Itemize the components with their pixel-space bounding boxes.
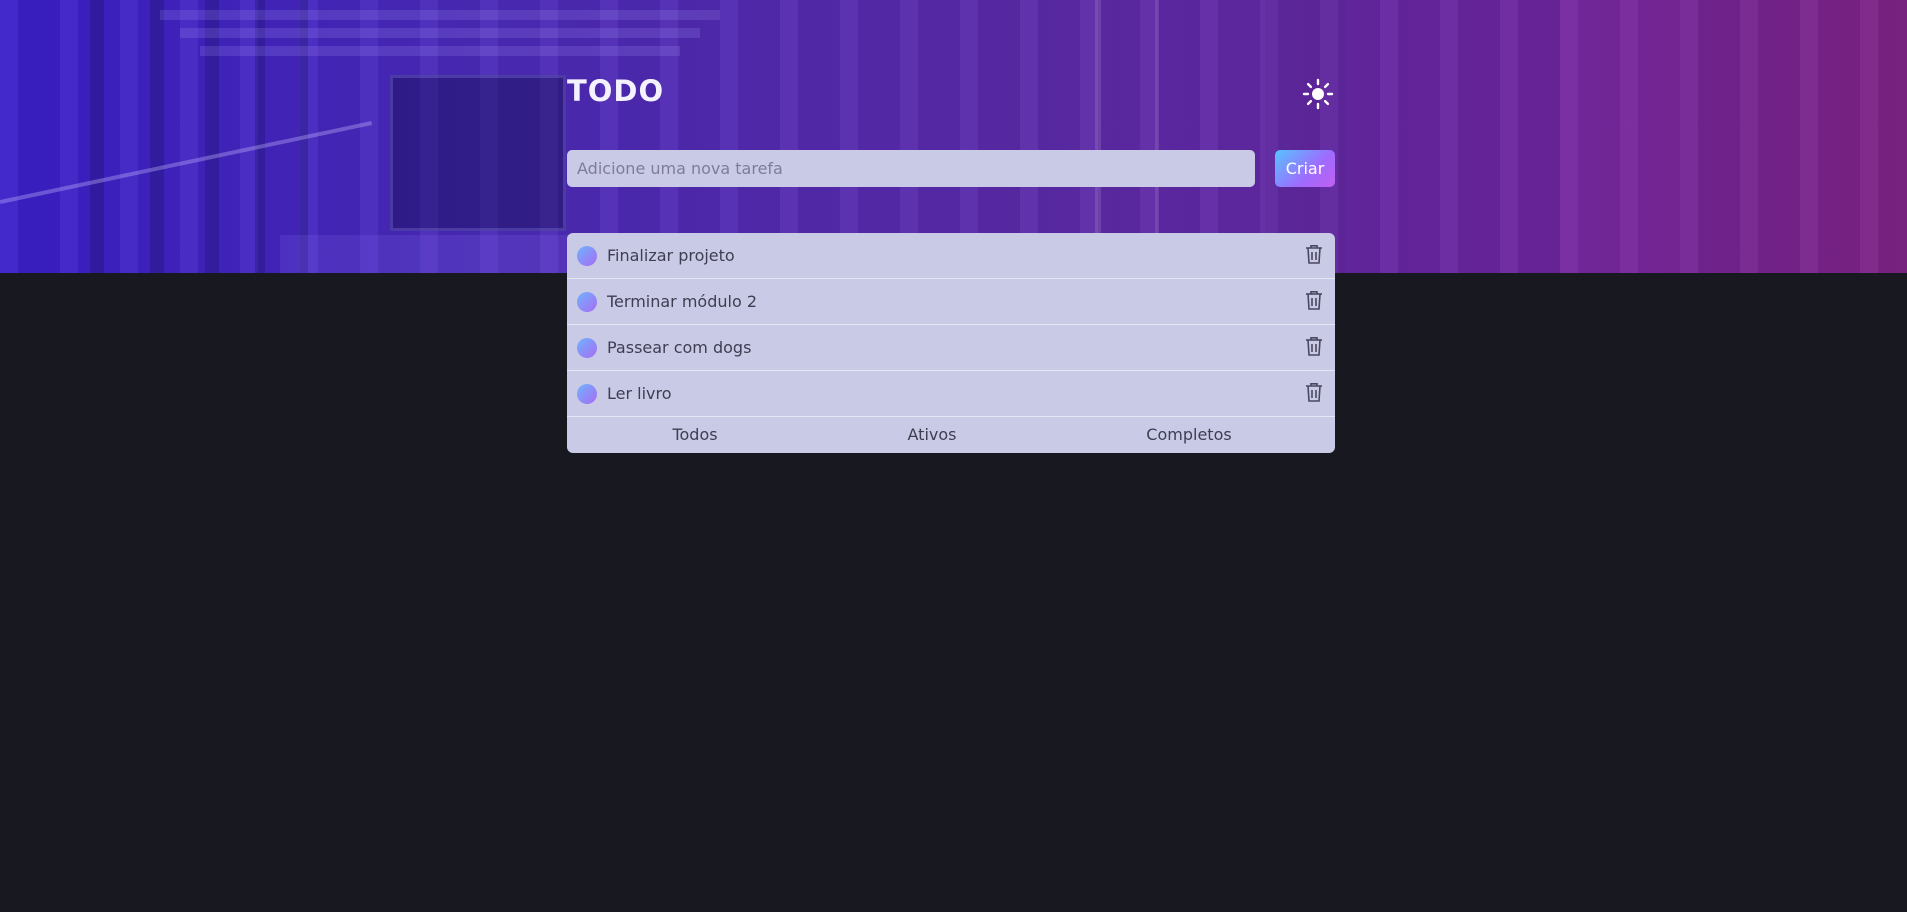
task-label: Passear com dogs — [607, 338, 752, 357]
task-label: Finalizar projeto — [607, 246, 735, 265]
task-checkbox[interactable] — [577, 292, 597, 312]
filter-active[interactable]: Ativos — [908, 417, 957, 453]
trash-icon[interactable] — [1305, 290, 1323, 310]
app-title: TODO — [567, 74, 665, 108]
task-label: Terminar módulo 2 — [607, 292, 758, 311]
filter-completed[interactable]: Completos — [1146, 417, 1231, 453]
task-item: Terminar módulo 2 — [567, 279, 1335, 325]
task-item: Passear com dogs — [567, 325, 1335, 371]
task-label: Ler livro — [607, 384, 672, 403]
filter-bar: Todos Ativos Completos — [567, 417, 1335, 453]
trash-icon[interactable] — [1305, 382, 1323, 402]
theme-toggle-button[interactable] — [1302, 78, 1334, 110]
sun-icon — [1302, 78, 1334, 110]
task-item: Finalizar projeto — [567, 233, 1335, 279]
create-task-button[interactable]: Criar — [1275, 150, 1335, 187]
task-item: Ler livro — [567, 371, 1335, 417]
task-checkbox[interactable] — [577, 384, 597, 404]
trash-icon[interactable] — [1305, 336, 1323, 356]
trash-icon[interactable] — [1305, 244, 1323, 264]
new-task-input[interactable] — [567, 150, 1255, 187]
task-checkbox[interactable] — [577, 338, 597, 358]
task-list: Finalizar projeto Terminar módulo 2 Pass… — [567, 233, 1335, 453]
filter-all[interactable]: Todos — [672, 417, 717, 453]
task-checkbox[interactable] — [577, 246, 597, 266]
